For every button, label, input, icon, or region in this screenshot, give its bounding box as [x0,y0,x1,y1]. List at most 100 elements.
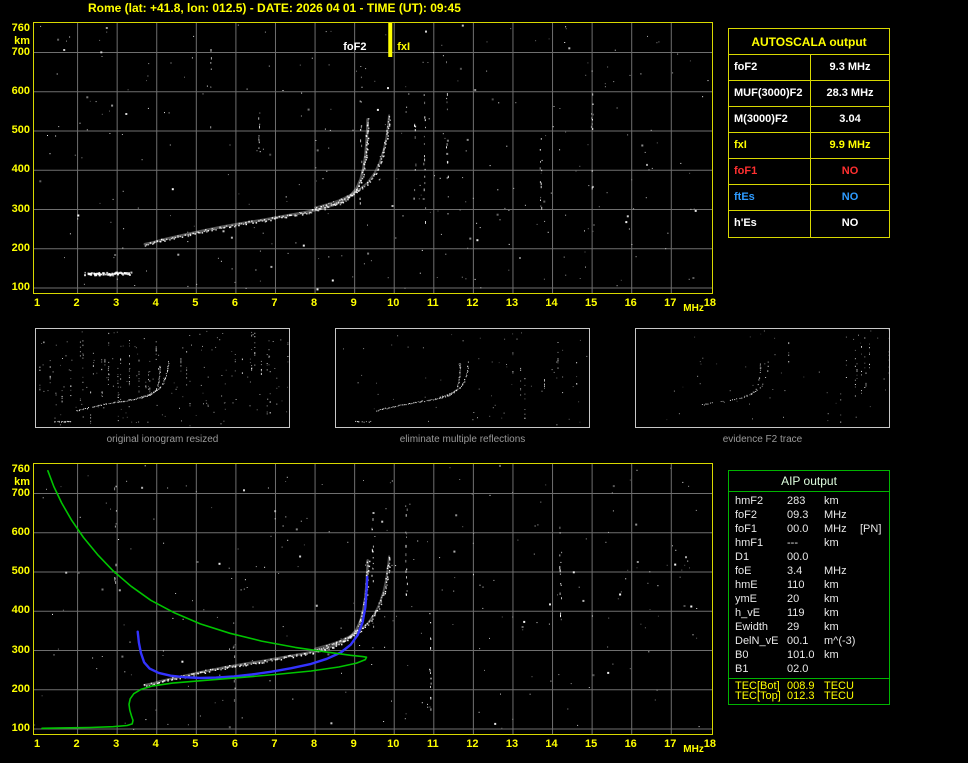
aip-parameter-name: D1 [729,550,787,564]
x-tick-label: 1 [26,738,48,750]
x-tick-label: 9 [343,738,365,750]
aip-parameter-unit: km [824,578,860,592]
x-tick-label: 5 [184,738,206,750]
aip-row: hmE110km [729,578,889,592]
aip-parameter-unit: MHz [824,522,860,536]
y-tick-label: 700 [1,46,30,58]
autoscala-parameter-name: foF1 [729,159,811,184]
aip-parameter-name: DelN_vE [729,634,787,648]
aip-parameter-flag [860,564,889,578]
x-tick-label: 13 [501,738,523,750]
x-tick-label: 10 [382,738,404,750]
aip-row: foF100.0MHz[PN] [729,522,889,536]
y-tick-label: 600 [1,85,30,97]
x-tick-label: 12 [461,738,483,750]
aip-row: D100.0 [729,550,889,564]
aip-row: TEC[Top]012.3TECU [729,690,889,702]
aip-parameter-value: 00.1 [787,634,824,648]
aip-parameter-flag [860,508,889,522]
aip-row: Ewidth29km [729,620,889,634]
aip-parameter-value: 008.9 [787,680,824,690]
aip-parameter-flag [860,662,889,676]
y-tick-label: 300 [1,644,30,656]
x-tick-label: 8 [303,297,325,309]
autoscala-parameter-value: NO [811,185,889,210]
x-tick-label: 13 [501,297,523,309]
y-tick-label: 700 [1,487,30,499]
x-tick-label: 12 [461,297,483,309]
aip-parameter-name: TEC[Bot] [729,680,787,690]
aip-parameter-name: B1 [729,662,787,676]
x-tick-label: 11 [422,738,444,750]
autoscala-table-title: AUTOSCALA output [729,29,889,55]
thumbnail-caption: original ionogram resized [35,434,290,445]
aip-parameter-value: 283 [787,494,824,508]
x-tick-label: 15 [580,738,602,750]
y-tick-label: 200 [1,683,30,695]
bottom-ionogram: 760km70060050040030020010012345678910111… [0,463,724,763]
aip-parameter-value: 101.0 [787,648,824,662]
y-tick-label: 300 [1,203,30,215]
autoscala-parameter-value: 28.3 MHz [811,81,889,106]
aip-parameter-flag [860,592,889,606]
autoscala-parameter-name: ftEs [729,185,811,210]
aip-row: hmF2283km [729,494,889,508]
x-tick-label: 16 [620,738,642,750]
aip-parameter-value: 29 [787,620,824,634]
autoscala-parameter-value: NO [811,211,889,237]
y-tick-label: 400 [1,163,30,175]
aip-parameter-unit: TECU [824,690,860,702]
x-tick-label: 10 [382,297,404,309]
aip-parameter-name: foF1 [729,522,787,536]
autoscala-row: foF29.3 MHz [729,55,889,81]
aip-parameter-name: h_vE [729,606,787,620]
y-tick-label: 200 [1,242,30,254]
autoscala-row: fxI9.9 MHz [729,133,889,159]
aip-parameter-value: --- [787,536,824,550]
y-tick-label: 760 [1,22,30,34]
aip-parameter-flag [860,536,889,550]
thumbnail-f2-trace [635,328,890,428]
aip-output-table: AIP outputhmF2283kmfoF209.3MHzfoF100.0MH… [728,470,890,705]
autoscala-parameter-name: M(3000)F2 [729,107,811,132]
y-tick-label: 500 [1,565,30,577]
aip-parameter-name: hmE [729,578,787,592]
bottom-ionogram-canvas [34,464,712,734]
aip-parameter-unit: km [824,606,860,620]
x-tick-label: 17 [659,738,681,750]
aip-row: h_vE119km [729,606,889,620]
aip-parameter-name: B0 [729,648,787,662]
x-tick-label: 8 [303,738,325,750]
aip-parameter-unit: MHz [824,564,860,578]
aip-parameter-name: Ewidth [729,620,787,634]
x-tick-label: 3 [105,297,127,309]
top-ionogram: foF2fxI 760km700600500400300200100123456… [0,22,724,322]
autoscala-parameter-value: 9.9 MHz [811,133,889,158]
thumbnail-caption: eliminate multiple reflections [335,434,590,445]
aip-parameter-value: 09.3 [787,508,824,522]
x-tick-label: 1 [26,297,48,309]
aip-parameter-name: foE [729,564,787,578]
aip-table-title: AIP output [729,471,889,492]
aip-row: foE3.4MHz [729,564,889,578]
x-tick-label: 3 [105,738,127,750]
aip-parameter-flag [860,620,889,634]
autoscala-parameter-name: MUF(3000)F2 [729,81,811,106]
aip-row: DelN_vE00.1m^(-3) [729,634,889,648]
x-tick-label: 14 [541,297,563,309]
autoscala-output-table: AUTOSCALA outputfoF29.3 MHzMUF(3000)F228… [728,28,890,238]
x-axis-unit-label: MHz [683,303,704,314]
y-tick-label: 600 [1,526,30,538]
autoscala-parameter-value: 3.04 [811,107,889,132]
autoscala-row: h'EsNO [729,211,889,237]
aip-parameter-flag [860,606,889,620]
thumbnail-caption: evidence F2 trace [635,434,890,445]
aip-parameter-unit: km [824,592,860,606]
aip-parameter-flag [860,648,889,662]
y-tick-label: 100 [1,281,30,293]
x-tick-label: 15 [580,297,602,309]
aip-parameter-unit: TECU [824,680,860,690]
x-tick-label: 16 [620,297,642,309]
autoscala-parameter-name: fxI [729,133,811,158]
aip-parameter-flag [860,550,889,564]
